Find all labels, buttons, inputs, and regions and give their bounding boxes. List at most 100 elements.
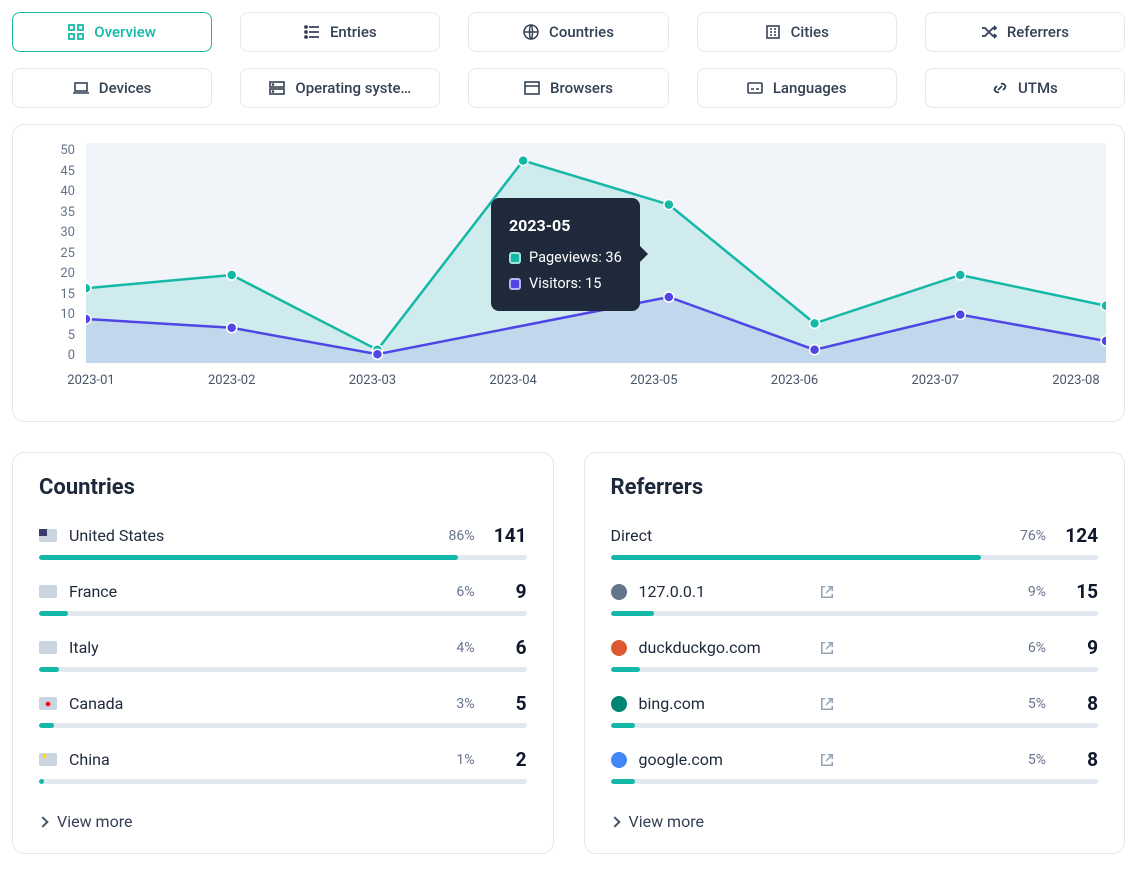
tab-countries[interactable]: Countries: [468, 12, 668, 52]
y-tick: 40: [31, 184, 75, 199]
external-link-icon[interactable]: [820, 697, 834, 711]
chevron-right-icon: [609, 816, 620, 827]
favicon-icon: [611, 752, 627, 768]
tab-label: Devices: [99, 79, 152, 97]
country-row[interactable]: Italy4%6: [39, 636, 527, 672]
tab-label: Referrers: [1007, 23, 1069, 41]
x-tick: 2023-01: [61, 373, 121, 403]
tooltip-item: Visitors: 15: [509, 271, 622, 297]
referrer-row[interactable]: bing.com5%8: [611, 692, 1099, 728]
country-bar: [39, 667, 527, 672]
country-label: France: [69, 582, 251, 601]
referrer-count: 8: [1058, 692, 1098, 715]
y-tick: 45: [31, 164, 75, 179]
countries-view-more[interactable]: View more: [39, 804, 527, 831]
country-label: United States: [69, 526, 247, 545]
x-axis: 2023-012023-022023-032023-042023-052023-…: [61, 373, 1106, 403]
tab-label: Cities: [791, 23, 829, 41]
referrers-panel: Referrers Direct 76% 124 127.0.0.1 9% 15 duckd…: [584, 452, 1126, 854]
country-percent: 1%: [456, 752, 474, 768]
country-count: 6: [487, 636, 527, 659]
tab-label: Countries: [549, 23, 614, 41]
tab-label: Overview: [94, 23, 156, 41]
tab-browsers[interactable]: Browsers: [468, 68, 668, 108]
link-icon: [992, 80, 1008, 96]
tabs-row-1: Overview Entries Countries Cities Referrers: [12, 12, 1125, 52]
tab-entries[interactable]: Entries: [240, 12, 440, 52]
view-more-label: View more: [629, 812, 704, 831]
tab-operating-syste-[interactable]: Operating syste…: [240, 68, 440, 108]
y-tick: 50: [31, 143, 75, 158]
referrer-label: bing.com: [639, 694, 809, 713]
referrers-title: Referrers: [611, 475, 1099, 500]
tooltip-title: 2023-05: [509, 212, 622, 241]
favicon-icon: [611, 640, 627, 656]
external-link-icon[interactable]: [820, 585, 834, 599]
country-row[interactable]: Canada3%5: [39, 692, 527, 728]
server-icon: [269, 80, 285, 96]
list-icon: [304, 24, 320, 40]
referrer-label: duckduckgo.com: [639, 638, 809, 657]
referrers-view-more[interactable]: View more: [611, 804, 1099, 831]
view-more-label: View more: [57, 812, 132, 831]
y-tick: 25: [31, 246, 75, 261]
chart-tooltip: 2023-05 Pageviews: 36Visitors: 15: [491, 198, 640, 311]
countries-panel: Countries United States86%141France6%9It…: [12, 452, 554, 854]
referrer-bar: [611, 555, 1099, 560]
external-link-icon[interactable]: [820, 753, 834, 767]
y-tick: 0: [31, 348, 75, 363]
country-label: China: [69, 750, 251, 769]
referrer-label: google.com: [639, 750, 809, 769]
x-tick: 2023-02: [202, 373, 262, 403]
referrer-percent: 76%: [1020, 528, 1046, 544]
caption-icon: [747, 80, 763, 96]
referrer-row[interactable]: 127.0.0.1 9% 15: [611, 580, 1099, 616]
referrer-count: 124: [1058, 524, 1098, 547]
country-count: 9: [487, 580, 527, 603]
y-tick: 20: [31, 266, 75, 281]
flag-icon: [39, 529, 57, 542]
y-axis: 50454035302520151050: [31, 143, 81, 363]
tab-utms[interactable]: UTMs: [925, 68, 1125, 108]
country-percent: 3%: [456, 696, 474, 712]
referrer-label: Direct: [611, 526, 804, 545]
referrer-label: 127.0.0.1: [639, 582, 809, 601]
country-bar: [39, 611, 527, 616]
country-percent: 6%: [456, 584, 474, 600]
tab-devices[interactable]: Devices: [12, 68, 212, 108]
tab-cities[interactable]: Cities: [697, 12, 897, 52]
globe-icon: [523, 24, 539, 40]
tab-label: Browsers: [550, 79, 613, 97]
country-row[interactable]: China1%2: [39, 748, 527, 784]
laptop-icon: [73, 80, 89, 96]
referrer-percent: 5%: [1028, 752, 1046, 768]
y-tick: 35: [31, 205, 75, 220]
x-tick: 2023-07: [905, 373, 965, 403]
favicon-icon: [611, 584, 627, 600]
country-count: 5: [487, 692, 527, 715]
referrer-count: 8: [1058, 748, 1098, 771]
referrer-percent: 9%: [1028, 584, 1046, 600]
country-row[interactable]: France 6% 9: [39, 580, 527, 616]
referrer-bar: [611, 667, 1099, 672]
country-row[interactable]: United States86%141: [39, 524, 527, 560]
referrer-count: 15: [1058, 580, 1098, 603]
tab-languages[interactable]: Languages: [697, 68, 897, 108]
country-bar: [39, 555, 527, 560]
flag-icon: [39, 753, 57, 766]
country-percent: 86%: [449, 528, 475, 544]
tab-label: Operating syste…: [295, 79, 411, 97]
referrer-row[interactable]: google.com 5% 8: [611, 748, 1099, 784]
tab-overview[interactable]: Overview: [12, 12, 212, 52]
shuffle-icon: [981, 24, 997, 40]
x-tick: 2023-08: [1046, 373, 1106, 403]
country-bar: [39, 723, 527, 728]
referrer-row[interactable]: duckduckgo.com6%9: [611, 636, 1099, 672]
referrer-row[interactable]: Direct 76% 124: [611, 524, 1099, 560]
external-link-icon[interactable]: [820, 641, 834, 655]
tab-referrers[interactable]: Referrers: [925, 12, 1125, 52]
y-tick: 10: [31, 307, 75, 322]
referrer-bar: [611, 611, 1099, 616]
x-tick: 2023-04: [483, 373, 543, 403]
tab-label: Languages: [773, 79, 847, 97]
